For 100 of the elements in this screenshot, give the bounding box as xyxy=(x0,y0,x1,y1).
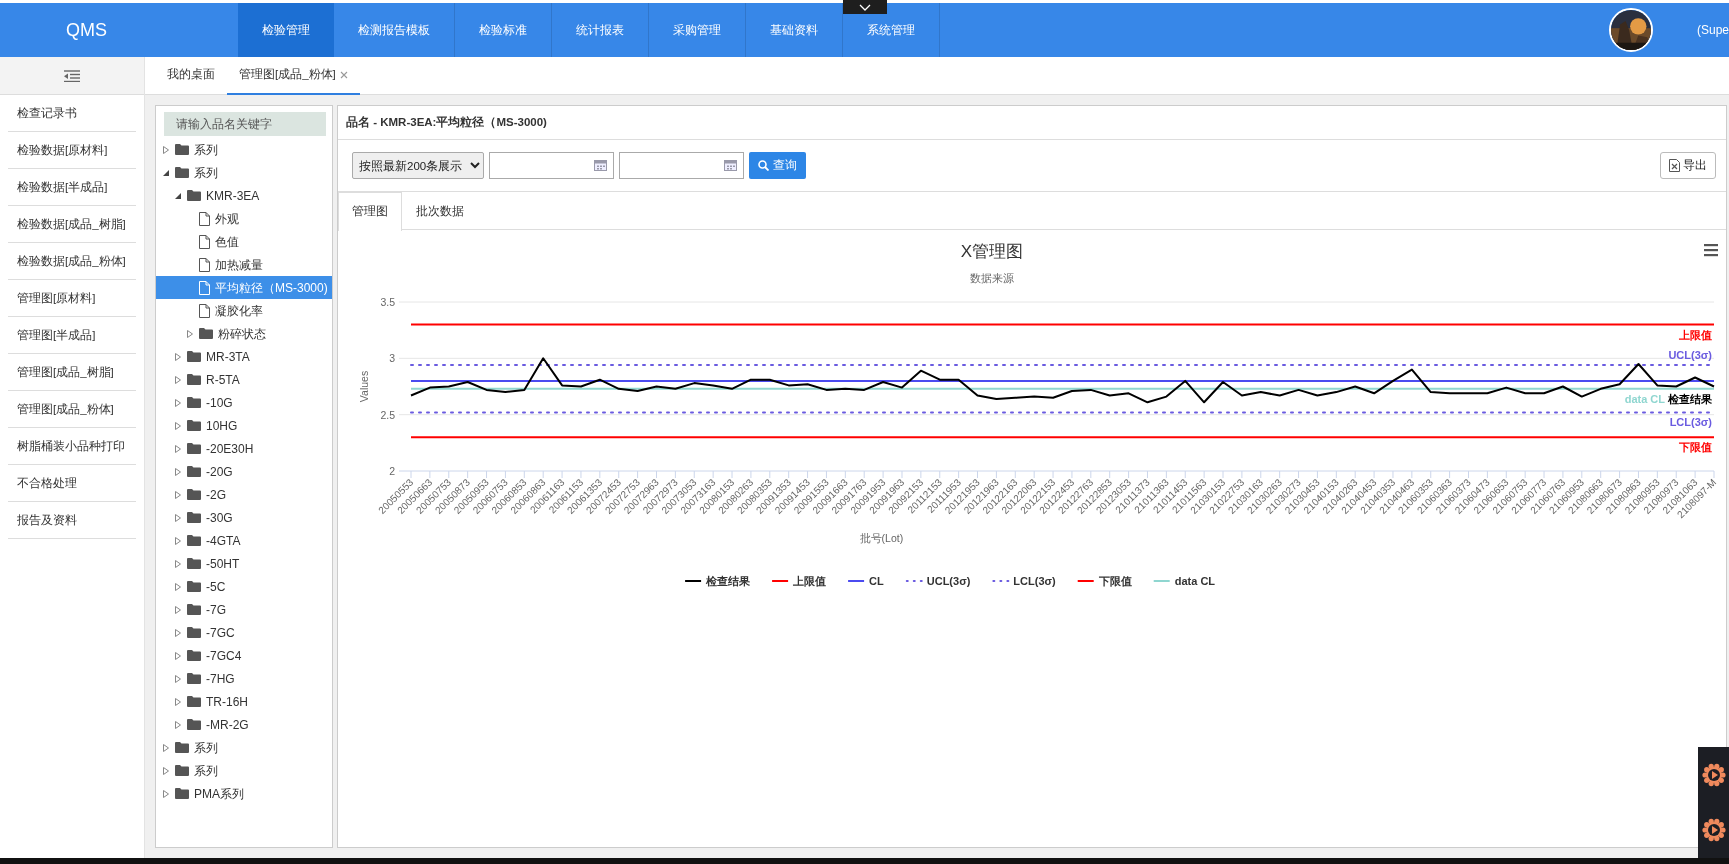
tree-item[interactable]: 色值 xyxy=(156,230,332,253)
sidebar-item[interactable]: 管理图[半成品] xyxy=(8,317,136,354)
page-tab[interactable]: 我的桌面 xyxy=(155,57,227,95)
sidebar-item[interactable]: 检验数据[原材料] xyxy=(8,132,136,169)
tree-item[interactable]: 系列 xyxy=(156,736,332,759)
collapsed-triangle-icon[interactable] xyxy=(174,674,182,683)
floating-button[interactable] xyxy=(1698,747,1729,803)
document-icon xyxy=(199,257,210,272)
collapsed-triangle-icon[interactable] xyxy=(186,329,194,338)
collapsed-triangle-icon[interactable] xyxy=(174,720,182,729)
nav-menu-item[interactable]: 采购管理 xyxy=(649,3,746,57)
nav-menu-item[interactable]: 检验管理 xyxy=(238,3,334,57)
tree-item[interactable]: 10HG xyxy=(156,414,332,437)
expanded-triangle-icon[interactable] xyxy=(162,168,170,177)
tree-item[interactable]: -30G xyxy=(156,506,332,529)
sidebar-item[interactable]: 检验数据[成品_树脂] xyxy=(8,206,136,243)
expanded-triangle-icon[interactable] xyxy=(174,191,182,200)
tree-item[interactable]: -7GC xyxy=(156,621,332,644)
legend-label[interactable]: data CL xyxy=(1174,575,1216,587)
sidebar-item[interactable]: 管理图[原材料] xyxy=(8,280,136,317)
nav-menu-item[interactable]: 检验标准 xyxy=(455,3,552,57)
tree-item[interactable]: -2G xyxy=(156,483,332,506)
legend-label[interactable]: 上限值 xyxy=(793,575,827,587)
tree-item[interactable]: -20E30H xyxy=(156,437,332,460)
sidebar-item[interactable]: 管理图[成品_树脂] xyxy=(8,354,136,391)
date-field[interactable] xyxy=(619,152,744,179)
tree-item[interactable]: -4GTA xyxy=(156,529,332,552)
sidebar-item[interactable]: 检查记录书 xyxy=(8,95,136,132)
legend-label[interactable]: 下限值 xyxy=(1098,575,1132,587)
date-field[interactable] xyxy=(489,152,614,179)
menu-icon[interactable] xyxy=(1704,244,1718,257)
view-tab[interactable]: 批次数据 xyxy=(402,192,478,230)
search-field[interactable]: 请输入品名关键字 xyxy=(164,112,326,136)
document-icon xyxy=(199,303,210,318)
collapsed-triangle-icon[interactable] xyxy=(174,582,182,591)
sidebar-item[interactable]: 报告及资料 xyxy=(8,502,136,539)
collapsed-triangle-icon[interactable] xyxy=(162,145,170,154)
view-tab[interactable]: 管理图 xyxy=(338,192,402,231)
collapsed-triangle-icon[interactable] xyxy=(174,559,182,568)
tree-item[interactable]: KMR-3EA xyxy=(156,184,332,207)
tree-item[interactable]: -10G xyxy=(156,391,332,414)
flower-play-icon xyxy=(1701,818,1726,842)
floating-button[interactable] xyxy=(1698,802,1729,858)
collapsed-triangle-icon[interactable] xyxy=(174,375,182,384)
query-button[interactable]: 查询 xyxy=(749,152,806,179)
tree-item[interactable]: 加热减量 xyxy=(156,253,332,276)
collapsed-triangle-icon[interactable] xyxy=(162,789,170,798)
collapsed-triangle-icon[interactable] xyxy=(174,398,182,407)
tree-item[interactable]: 系列 xyxy=(156,161,332,184)
series-label: 上限值 xyxy=(1679,328,1712,341)
legend-label[interactable]: UCL(3σ) xyxy=(926,575,971,587)
collapse-toggle-button[interactable] xyxy=(843,0,887,14)
collapsed-triangle-icon[interactable] xyxy=(162,766,170,775)
nav-menu-item[interactable]: 检测报告模板 xyxy=(334,3,455,57)
collapsed-triangle-icon[interactable] xyxy=(174,352,182,361)
collapsed-triangle-icon[interactable] xyxy=(174,444,182,453)
collapsed-triangle-icon[interactable] xyxy=(174,651,182,660)
tree-item[interactable]: PMA系列 xyxy=(156,782,332,805)
collapsed-triangle-icon[interactable] xyxy=(174,421,182,430)
collapsed-triangle-icon[interactable] xyxy=(174,490,182,499)
tree-item[interactable]: -7HG xyxy=(156,667,332,690)
tree-item[interactable]: 外观 xyxy=(156,207,332,230)
tree-item[interactable]: 系列 xyxy=(156,759,332,782)
tree-item[interactable]: -5C xyxy=(156,575,332,598)
legend-label[interactable]: CL xyxy=(869,575,884,587)
sidebar-item[interactable]: 检验数据[半成品] xyxy=(8,169,136,206)
collapsed-triangle-icon[interactable] xyxy=(174,467,182,476)
tree-item[interactable]: -50HT xyxy=(156,552,332,575)
tree-item[interactable]: 系列 xyxy=(156,138,332,161)
close-icon[interactable] xyxy=(339,71,348,79)
collapsed-triangle-icon[interactable] xyxy=(174,605,182,614)
legend-label[interactable]: 检查结果 xyxy=(706,575,751,587)
folder-icon xyxy=(187,673,201,684)
collapsed-triangle-icon[interactable] xyxy=(174,536,182,545)
nav-menu-item[interactable]: 统计报表 xyxy=(552,3,649,57)
sidebar-item[interactable]: 树脂桶装小品种打印 xyxy=(8,428,136,465)
series-label: data CL xyxy=(1624,392,1665,405)
sidebar-item[interactable]: 管理图[成品_粉体] xyxy=(8,391,136,428)
calendar-icon[interactable] xyxy=(724,160,737,171)
sidebar-item[interactable]: 检验数据[成品_粉体] xyxy=(8,243,136,280)
calendar-icon[interactable] xyxy=(594,160,607,171)
collapsed-triangle-icon[interactable] xyxy=(174,628,182,637)
tree-item[interactable]: MR-3TA xyxy=(156,345,332,368)
sidebar-toggle-button[interactable] xyxy=(64,69,80,82)
collapsed-triangle-icon[interactable] xyxy=(174,513,182,522)
legend-label[interactable]: LCL(3σ) xyxy=(1013,575,1056,587)
display-select[interactable]: 按照最新200条展示 xyxy=(352,152,484,179)
tree-item[interactable]: -7GC4 xyxy=(156,644,332,667)
tree-item[interactable]: -7G xyxy=(156,598,332,621)
export-button[interactable]: 导出 xyxy=(1660,152,1716,179)
search-icon xyxy=(758,160,769,171)
tree-item[interactable]: TR-16H xyxy=(156,690,332,713)
tree-item[interactable]: -20G xyxy=(156,460,332,483)
sidebar-item[interactable]: 不合格处理 xyxy=(8,465,136,502)
tree-item[interactable]: 凝胶化率 xyxy=(156,299,332,322)
tree-item[interactable]: -MR-2G xyxy=(156,713,332,736)
tree-item[interactable]: 粉碎状态 xyxy=(156,322,332,345)
collapsed-triangle-icon[interactable] xyxy=(174,697,182,706)
collapsed-triangle-icon[interactable] xyxy=(162,743,170,752)
tree-item[interactable]: R-5TA xyxy=(156,368,332,391)
